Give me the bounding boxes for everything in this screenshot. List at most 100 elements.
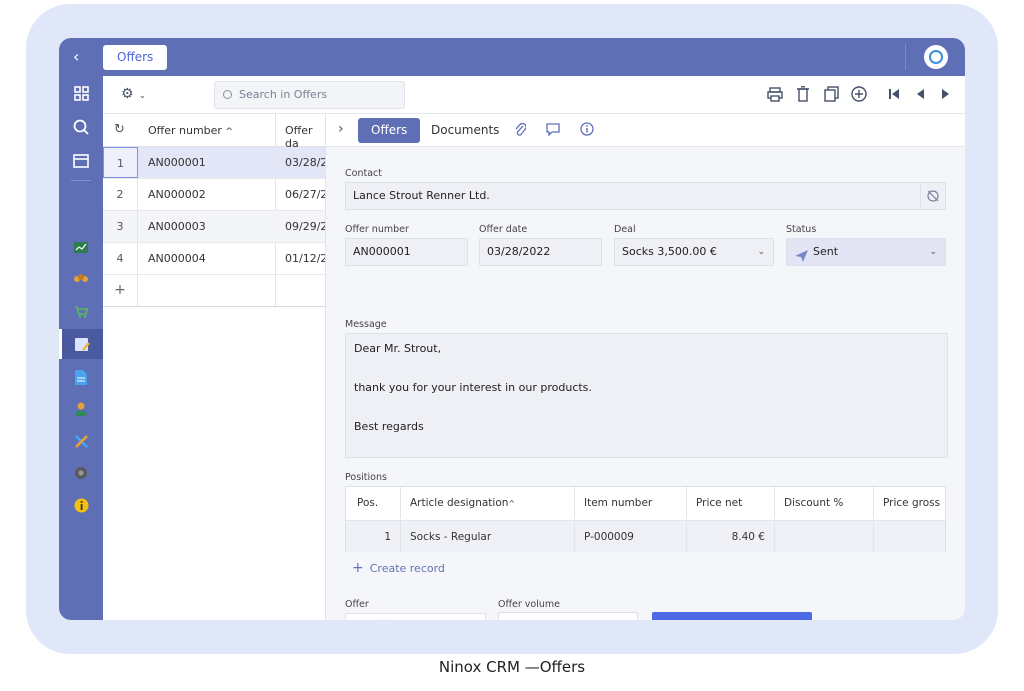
column-discount[interactable]: Discount % [775,487,874,519]
table-row[interactable]: 3 AN000003 09/29/2 [103,211,327,243]
tab-offers[interactable]: Offers [358,118,421,143]
image-caption: Ninox CRM —Offers [438,658,586,676]
offer-number-label: Offer number [345,224,409,235]
last-record-icon[interactable] [962,84,965,104]
toolbar: ⚙ ⌄ Search in Offers [103,76,965,114]
back-arrow-icon[interactable]: ‹ [73,47,79,66]
offer-date-cell: 06/27/2 [285,188,328,201]
create-offer-button[interactable]: Create offer [652,612,812,620]
positions-label: Positions [345,472,387,483]
detail-tabs: › Offers Documents [326,114,965,147]
apps-grid-icon[interactable] [59,78,103,108]
trash-icon[interactable] [793,84,813,104]
record-detail: › Offers Documents Contact Lance Strout … [325,114,965,620]
attachment-icon[interactable] [514,122,527,139]
employees-icon[interactable] [59,394,103,424]
record-navigation [884,84,965,104]
column-price-gross[interactable]: Price gross [874,487,945,519]
price-net-cell: 8.40 € [687,521,775,553]
deal-label: Deal [614,224,636,235]
sort-ascending-icon: ^ [225,127,234,137]
search-icon[interactable] [59,112,103,142]
status-label: Status [786,224,817,235]
ninox-logo-icon[interactable] [924,45,948,69]
offer-date-cell: 01/12/2 [285,252,328,265]
tab-documents[interactable]: Documents [431,118,499,143]
duplicate-icon[interactable] [821,84,841,104]
column-item-number[interactable]: Item number [575,487,687,519]
comment-icon[interactable] [546,123,560,139]
discount-cell [775,521,874,553]
previous-record-icon[interactable] [910,84,930,104]
add-circle-icon[interactable] [849,84,869,104]
deals-icon[interactable] [59,296,103,326]
chevron-down-icon: ⌄ [929,247,937,257]
offer-number-cell: AN000003 [148,220,206,233]
app-window: ‹ Offers ⚙ ⌄ Search in Offers ↻ Offer nu… [59,38,965,620]
positions-table: Pos. Article designation^ Item number Pr… [345,486,946,553]
offer-number-cell: AN000002 [148,188,206,201]
gear-icon[interactable]: ⚙ ⌄ [121,86,146,102]
create-record-button[interactable]: + Create record [352,560,445,576]
offer-number-field[interactable]: AN000001 [345,238,468,266]
offers-icon[interactable] [59,329,103,359]
article-cell: Socks - Regular [401,521,575,553]
offer-label: Offer [345,599,369,610]
column-offer-number[interactable]: Offer number ^ [148,124,233,137]
table-row[interactable]: 4 AN000004 01/12/2 [103,243,328,275]
row-number: 2 [103,179,138,210]
offer-volume-label: Offer volume [498,599,560,610]
column-label: Article designation [410,497,509,509]
toolbar-actions [765,84,869,104]
offer-volume-field[interactable]: 4,998.00 € [498,612,638,620]
next-record-icon[interactable] [936,84,956,104]
divider [71,180,91,181]
info-icon[interactable] [59,490,103,520]
table-row[interactable]: 1 Socks - Regular P-000009 8.40 € [346,520,945,553]
contact-label: Contact [345,168,382,179]
column-article[interactable]: Article designation^ [401,487,575,519]
paper-plane-icon [795,246,808,272]
info-icon[interactable] [580,122,594,139]
message-label: Message [345,319,387,330]
column-price-net[interactable]: Price net [687,487,775,519]
offer-document-preview[interactable] [345,613,486,620]
row-number: 4 [103,243,138,274]
settings-icon[interactable] [59,458,103,488]
sort-ascending-icon: ^ [508,499,516,508]
plus-icon: + [352,560,364,576]
offer-date-field[interactable]: 03/28/2022 [479,238,602,266]
message-textarea[interactable]: Dear Mr. Strout, thank you for your inte… [345,333,948,458]
status-select[interactable]: Sent ⌄ [786,238,946,266]
dashboard-icon[interactable] [59,232,103,262]
deal-value: Socks 3,500.00 € [622,245,717,258]
deal-select[interactable]: Socks 3,500.00 € ⌄ [614,238,774,266]
row-number: 1 [103,147,138,178]
chevron-down-icon: ⌄ [138,91,147,101]
tools-icon[interactable] [59,426,103,456]
table-row[interactable]: 2 AN000002 06/27/2 [103,179,328,211]
offer-date-cell: 03/28/2 [285,156,328,169]
message-line: thank you for your interest in our produ… [354,381,592,394]
chevron-right-icon[interactable]: › [338,121,344,137]
tab-offers[interactable]: Offers [103,45,168,70]
divider [905,44,906,70]
add-row-icon[interactable]: + [103,275,138,306]
price-gross-cell [874,521,945,553]
table-row[interactable]: 1 AN000001 03/28/2 [103,147,328,179]
contacts-icon[interactable] [59,264,103,294]
add-row[interactable]: + [103,275,325,307]
contact-value: Lance Strout Renner Ltd. [353,189,490,202]
column-pos[interactable]: Pos. [346,487,401,519]
offer-number-cell: AN000001 [148,156,206,169]
unlink-icon[interactable] [920,183,945,209]
calendar-icon[interactable] [59,145,103,175]
search-input[interactable]: Search in Offers [214,81,405,109]
invoices-icon[interactable] [59,362,103,392]
contact-field[interactable]: Lance Strout Renner Ltd. [345,182,946,210]
first-record-icon[interactable] [884,84,904,104]
refresh-icon[interactable]: ↻ [114,122,125,137]
print-icon[interactable] [765,84,785,104]
offer-number-cell: AN000004 [148,252,206,265]
row-number: 3 [103,211,138,242]
